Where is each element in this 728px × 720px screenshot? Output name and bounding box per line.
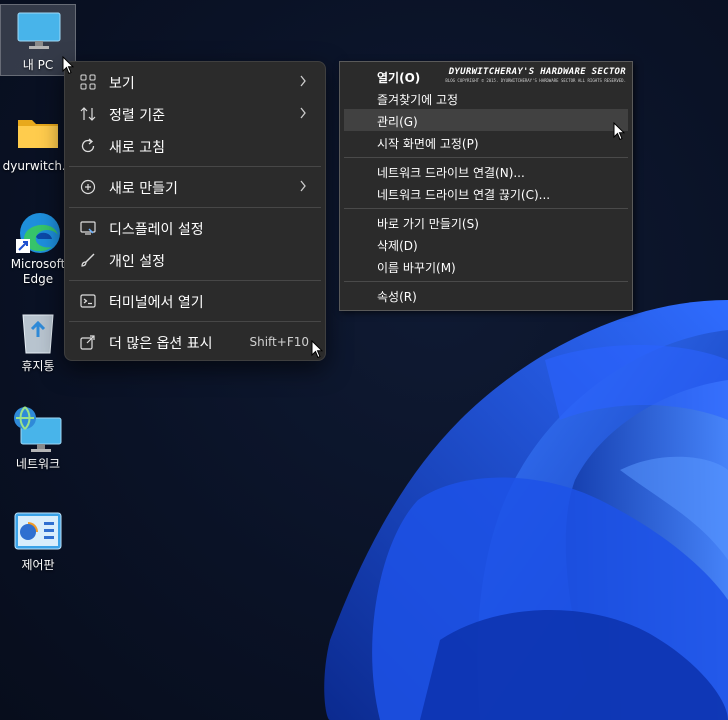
classic-item-label: 삭제(D) <box>377 239 418 253</box>
desktop-icon-network[interactable]: 네트워크 <box>0 404 76 472</box>
menu-separator <box>344 281 628 282</box>
menu-separator <box>69 207 321 208</box>
classic-item-label: 네트워크 드라이브 연결 끊기(C)... <box>377 188 551 202</box>
desktop-icon-control-panel[interactable]: 제어판 <box>0 505 76 573</box>
classic-item-pin-to-favorites[interactable]: 즐겨찾기에 고정 <box>344 87 628 109</box>
classic-item-label: 바로 가기 만들기(S) <box>377 217 479 231</box>
classic-item-label: 즐겨찾기에 고정 <box>377 93 459 107</box>
menu-item-label: 보기 <box>109 76 135 92</box>
chevron-right-icon <box>300 75 306 87</box>
grid-icon <box>80 74 96 90</box>
menu-item-sort-by[interactable]: 정렬 기준 <box>69 99 321 129</box>
menu-item-display-settings[interactable]: 디스플레이 설정 <box>69 213 321 243</box>
menu-separator <box>344 208 628 209</box>
chevron-right-icon <box>300 107 306 119</box>
sort-icon <box>80 107 96 121</box>
terminal-icon <box>80 294 96 308</box>
menu-item-label: 새로 만들기 <box>109 181 178 197</box>
menu-separator <box>69 280 321 281</box>
classic-item-delete[interactable]: 삭제(D) <box>344 233 628 255</box>
menu-item-refresh[interactable]: 새로 고침 <box>69 131 321 161</box>
classic-item-properties[interactable]: 속성(R) <box>344 284 628 306</box>
open-external-icon <box>80 335 95 350</box>
classic-item-manage[interactable]: 관리(G) <box>344 109 628 131</box>
classic-item-label: 이름 바꾸기(M) <box>377 261 456 275</box>
menu-item-open-in-terminal[interactable]: 터미널에서 열기 <box>69 286 321 316</box>
brush-icon <box>81 253 95 267</box>
mouse-cursor-icon <box>613 122 625 141</box>
classic-item-label: 시작 화면에 고정(P) <box>377 137 479 151</box>
shortcut-label: Shift+F10 <box>249 335 309 349</box>
menu-item-personalize[interactable]: 개인 설정 <box>69 245 321 275</box>
menu-item-label: 디스플레이 설정 <box>109 222 204 238</box>
classic-item-label: 관리(G) <box>377 115 418 129</box>
mouse-cursor-icon <box>311 340 323 359</box>
classic-item-open[interactable]: 열기(O) <box>344 65 628 87</box>
classic-context-menu: DYURWITCHERAY'S HARDWARE SECTOR BLOG COP… <box>339 61 633 311</box>
classic-item-map-network-drive[interactable]: 네트워크 드라이브 연결(N)... <box>344 160 628 182</box>
desktop-icon-label: 네트워크 <box>15 457 61 471</box>
menu-item-label: 새로 고침 <box>109 140 165 156</box>
classic-item-label: 속성(R) <box>377 290 417 304</box>
menu-separator <box>69 321 321 322</box>
menu-item-view[interactable]: 보기 <box>69 67 321 97</box>
menu-item-label: 개인 설정 <box>109 254 165 270</box>
display-icon <box>80 221 96 235</box>
menu-item-show-more-options[interactable]: 더 많은 옵션 표시 Shift+F10 <box>69 327 321 357</box>
context-menu: 보기 정렬 기준 새로 고침 새로 만들기 디스플레이 설정 개인 설정 터미널… <box>64 61 326 361</box>
classic-item-disconnect-network-drive[interactable]: 네트워크 드라이브 연결 끊기(C)... <box>344 182 628 204</box>
control-panel-icon <box>0 505 76 557</box>
classic-item-label: 열기(O) <box>377 71 421 85</box>
classic-item-label: 네트워크 드라이브 연결(N)... <box>377 166 525 180</box>
classic-item-rename[interactable]: 이름 바꾸기(M) <box>344 255 628 277</box>
menu-item-new[interactable]: 새로 만들기 <box>69 172 321 202</box>
chevron-right-icon <box>300 180 306 192</box>
menu-item-label: 더 많은 옵션 표시 <box>109 336 213 352</box>
classic-item-create-shortcut[interactable]: 바로 가기 만들기(S) <box>344 211 628 233</box>
mouse-cursor-icon <box>62 56 74 75</box>
classic-item-pin-to-start[interactable]: 시작 화면에 고정(P) <box>344 131 628 153</box>
menu-separator <box>69 166 321 167</box>
menu-item-label: 정렬 기준 <box>109 108 165 124</box>
network-icon <box>0 404 76 456</box>
desktop-icon-label: 휴지통 <box>21 359 55 373</box>
menu-item-label: 터미널에서 열기 <box>109 295 204 311</box>
menu-separator <box>344 157 628 158</box>
this-pc-monitor-icon <box>1 5 77 57</box>
plus-circle-icon <box>80 179 96 195</box>
desktop-icon-label: 제어판 <box>21 558 55 572</box>
refresh-icon <box>81 138 95 153</box>
